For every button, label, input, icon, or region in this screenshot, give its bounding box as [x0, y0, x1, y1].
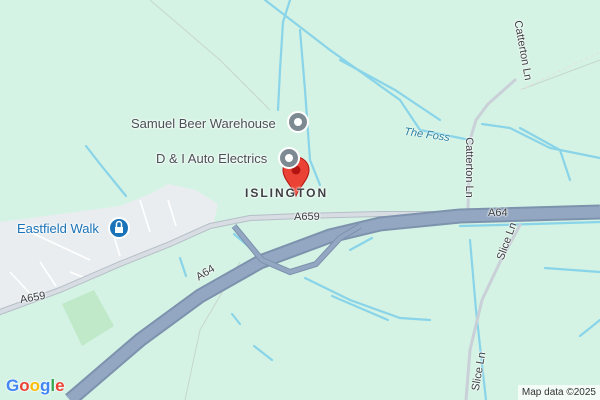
map-base-layer — [0, 0, 600, 400]
google-logo-text: Google — [6, 376, 65, 395]
road-label-a64-right: A64 — [488, 207, 508, 219]
google-logo[interactable]: Google — [6, 376, 65, 396]
poi-label-d-i-auto-electrics[interactable]: D & I Auto Electrics — [156, 152, 267, 165]
road-label-a659-upper: A659 — [294, 211, 320, 223]
blue-lock-poi-icon[interactable] — [108, 217, 130, 239]
map-attribution[interactable]: Map data ©2025 — [517, 385, 600, 400]
road-label-catterton-ln-lower: Catterton Ln — [462, 137, 475, 198]
poi-label-samuel-beer-warehouse[interactable]: Samuel Beer Warehouse — [131, 117, 276, 130]
place-label-islington: ISLINGTON — [245, 186, 329, 200]
grey-poi-pin-icon[interactable] — [278, 147, 300, 169]
grey-poi-pin-icon[interactable] — [287, 111, 309, 133]
map-canvas[interactable]: Samuel Beer Warehouse D & I Auto Electri… — [0, 0, 600, 400]
poi-label-eastfield-walk[interactable]: Eastfield Walk — [17, 222, 99, 235]
